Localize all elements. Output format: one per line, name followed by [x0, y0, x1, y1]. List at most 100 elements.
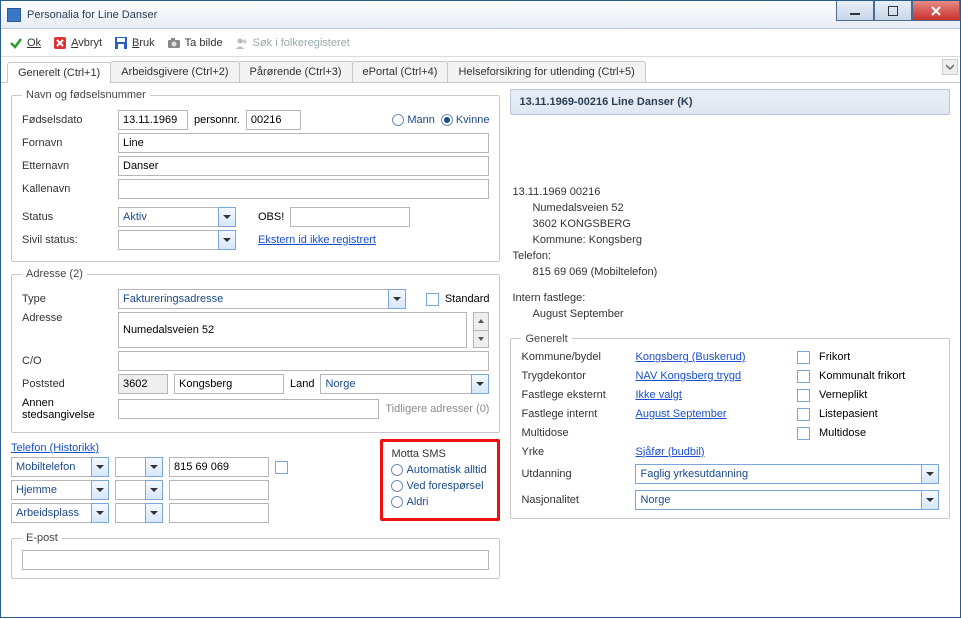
chevron-down-icon[interactable] [471, 374, 489, 394]
radio-aldri[interactable]: Aldri [391, 496, 489, 508]
minimize-button[interactable] [836, 1, 874, 21]
obs-label: OBS! [258, 211, 284, 223]
save-icon [114, 36, 128, 50]
sok-label: Søk i folkeregisteret [253, 37, 350, 49]
chevron-down-icon[interactable] [921, 464, 939, 484]
radio-kvinne[interactable]: Kvinne [441, 114, 490, 126]
land-combo[interactable] [320, 374, 471, 394]
ta-bilde-button[interactable]: Ta bilde [167, 36, 223, 50]
ekst-link[interactable]: Ikke valgt [635, 389, 793, 401]
tab-arbeidsgivere[interactable]: Arbeidsgivere (Ctrl+2) [110, 61, 239, 82]
co-input[interactable] [118, 351, 489, 371]
tab-scroll-button[interactable] [942, 59, 958, 75]
ok-button[interactable]: Ok [9, 36, 41, 50]
tab-generelt[interactable]: Generelt (Ctrl+1) [7, 62, 111, 83]
listepasient-checkbox[interactable] [797, 408, 810, 421]
etternavn-input[interactable] [118, 156, 489, 176]
radio-mann[interactable]: Mann [392, 114, 435, 126]
obs-input[interactable] [290, 207, 410, 227]
status-combo[interactable] [118, 207, 218, 227]
chevron-down-icon[interactable] [218, 230, 236, 250]
frikort-label: Frikort [819, 351, 939, 363]
multidose-checkbox[interactable] [797, 427, 810, 440]
tel3-type[interactable] [11, 503, 91, 523]
int-link[interactable]: August September [635, 408, 793, 420]
chevron-down-icon[interactable] [145, 480, 163, 500]
bruk-button[interactable]: Bruk [114, 36, 155, 50]
trygd-link[interactable]: NAV Kongsberg trygd [635, 370, 793, 382]
fodselsdato-input[interactable] [118, 110, 188, 130]
kommunalt-checkbox[interactable] [797, 370, 810, 383]
adresse-spinner[interactable] [473, 312, 489, 348]
adresse-input[interactable] [118, 312, 467, 348]
annen-label: Annen stedsangivelse [22, 397, 112, 421]
ok-label: Ok [27, 37, 41, 49]
utd-combo[interactable] [635, 464, 921, 484]
tel1-type[interactable] [11, 457, 91, 477]
chevron-down-icon[interactable] [145, 503, 163, 523]
chevron-down-icon[interactable] [145, 457, 163, 477]
type-combo[interactable] [118, 289, 388, 309]
chevron-down-icon[interactable] [218, 207, 236, 227]
sivil-combo[interactable] [118, 230, 218, 250]
annen-input[interactable] [118, 399, 379, 419]
kallenavn-label: Kallenavn [22, 183, 112, 195]
kallenavn-input[interactable] [118, 179, 489, 199]
verneplikt-checkbox[interactable] [797, 389, 810, 402]
chevron-down-icon[interactable] [91, 480, 109, 500]
standard-label: Standard [445, 293, 490, 305]
people-icon [235, 36, 249, 50]
chevron-down-icon[interactable] [921, 490, 939, 510]
tel2-code[interactable] [115, 480, 145, 500]
sivil-label: Sivil status: [22, 234, 112, 246]
info-header: 13.11.1969-00216 Line Danser (K) [510, 89, 950, 115]
avbryt-button[interactable]: Avbryt [53, 36, 102, 50]
tel1-code[interactable] [115, 457, 145, 477]
ta-bilde-label: Ta bilde [185, 37, 223, 49]
epost-input[interactable] [22, 550, 489, 570]
land-label: Land [290, 378, 314, 390]
generelt-group: Generelt Kommune/bydel Kongsberg (Busker… [510, 333, 950, 519]
kommune-link[interactable]: Kongsberg (Buskerud) [635, 351, 793, 363]
adresse-legend: Adresse (2) [22, 268, 87, 280]
tel2-number[interactable] [169, 480, 269, 500]
tab-helse[interactable]: Helseforsikring for utlending (Ctrl+5) [447, 61, 645, 82]
kommune-label: Kommune/bydel [521, 351, 631, 363]
chevron-down-icon[interactable] [91, 457, 109, 477]
etternavn-label: Etternavn [22, 160, 112, 172]
tel2-type[interactable] [11, 480, 91, 500]
tidligere-link[interactable]: Tidligere adresser (0) [385, 403, 489, 415]
maximize-button[interactable] [874, 1, 912, 21]
frikort-checkbox[interactable] [797, 351, 810, 364]
toolbar: Ok Avbryt Bruk Ta bilde Søk i folkeregis… [1, 29, 960, 57]
radio-auto[interactable]: Automatisk alltid [391, 464, 489, 476]
personnr-label: personnr. [194, 114, 240, 126]
tab-parorende[interactable]: Pårørende (Ctrl+3) [239, 61, 353, 82]
yrke-link[interactable]: Sjåfør (budbil) [635, 446, 793, 458]
chevron-down-icon[interactable] [91, 503, 109, 523]
ekst-label: Fastlege eksternt [521, 389, 631, 401]
close-button[interactable] [912, 1, 960, 21]
radio-foresporsel[interactable]: Ved forespørsel [391, 480, 489, 492]
fornavn-label: Fornavn [22, 137, 112, 149]
tel3-number[interactable] [169, 503, 269, 523]
sok-button[interactable]: Søk i folkeregisteret [235, 36, 350, 50]
trygd-label: Trygdekontor [521, 370, 631, 382]
fornavn-input[interactable] [118, 133, 489, 153]
tel1-number[interactable] [169, 457, 269, 477]
tel1-checkbox[interactable] [275, 461, 288, 474]
standard-checkbox[interactable] [426, 293, 439, 306]
telefon-link[interactable]: Telefon (Historikk) [11, 442, 99, 454]
poststed-input[interactable] [174, 374, 284, 394]
nasj-combo[interactable] [635, 490, 921, 510]
tab-eportal[interactable]: ePortal (Ctrl+4) [352, 61, 449, 82]
sms-legend: Motta SMS [391, 448, 489, 460]
ekstern-id-link[interactable]: Ekstern id ikke registrert [258, 234, 376, 246]
adresse-group: Adresse (2) Type Standard Adresse [11, 268, 500, 433]
titlebar: Personalia for Line Danser [1, 1, 960, 29]
chevron-down-icon[interactable] [388, 289, 406, 309]
personnr-input[interactable] [246, 110, 301, 130]
avbryt-label: vbryt [78, 37, 102, 49]
tel3-code[interactable] [115, 503, 145, 523]
kommunalt-label: Kommunalt frikort [819, 370, 939, 382]
